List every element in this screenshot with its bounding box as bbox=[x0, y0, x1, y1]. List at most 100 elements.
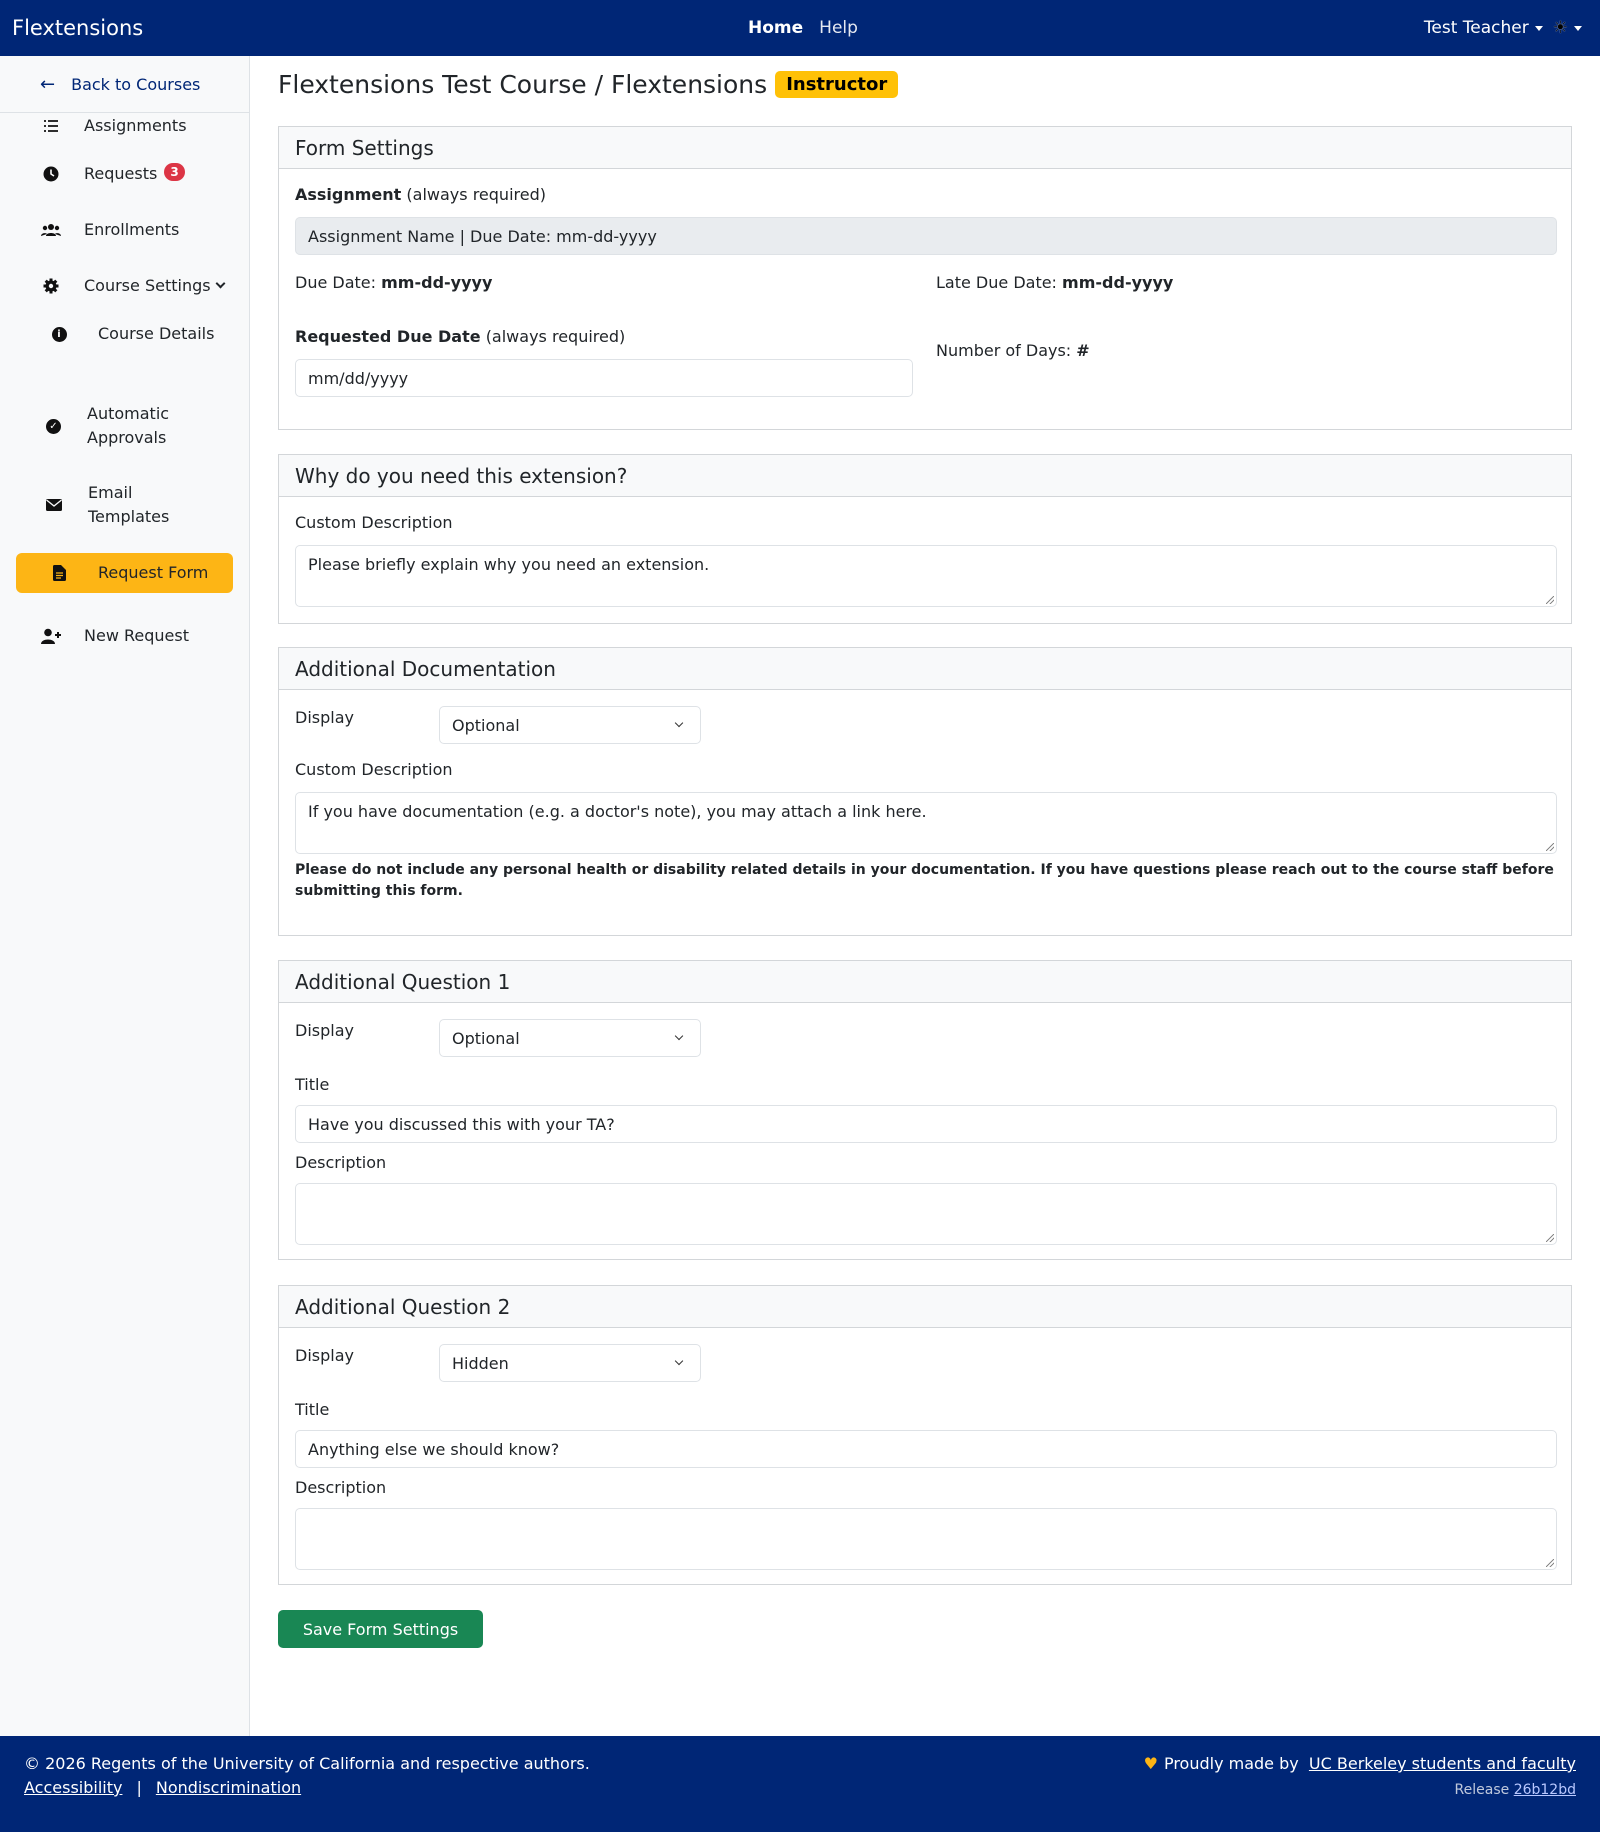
documentation-display-select[interactable]: Optional bbox=[439, 706, 701, 744]
custom-description-label: Custom Description bbox=[295, 513, 453, 532]
sidebar-item-new-request[interactable]: New Request bbox=[16, 618, 233, 654]
description-label: Description bbox=[295, 1478, 387, 1497]
list-icon bbox=[38, 119, 64, 133]
course-title: Flextensions Test Course / Flextensions bbox=[278, 70, 768, 99]
clock-icon bbox=[38, 166, 64, 182]
role-badge: Instructor bbox=[775, 71, 899, 98]
sidebar: ← Back to Courses Assignments Requests 3… bbox=[0, 56, 250, 1736]
question2-title-input[interactable]: Anything else we should know? bbox=[295, 1430, 1557, 1468]
nav-home-link[interactable]: Home bbox=[748, 18, 803, 38]
resize-handle-icon[interactable] bbox=[1546, 596, 1554, 604]
card-header: Additional Question 1 bbox=[279, 961, 1571, 1003]
theme-toggle[interactable]: ☀ bbox=[1553, 18, 1582, 38]
user-menu[interactable]: Test Teacher bbox=[1424, 18, 1543, 38]
sidebar-item-request-form[interactable]: Request Form bbox=[16, 553, 233, 593]
display-label: Display bbox=[295, 1021, 354, 1040]
question1-description-textarea[interactable] bbox=[295, 1183, 1557, 1245]
user-plus-icon bbox=[38, 628, 64, 644]
chevron-down-icon bbox=[674, 718, 684, 728]
documentation-description-textarea[interactable]: If you have documentation (e.g. a doctor… bbox=[295, 792, 1557, 854]
sidebar-item-label: Assignments bbox=[84, 116, 187, 135]
chevron-down-icon bbox=[1534, 25, 1543, 31]
footer: © 2026 Regents of the University of Cali… bbox=[0, 1736, 1600, 1832]
textarea-value: If you have documentation (e.g. a doctor… bbox=[308, 802, 927, 821]
additional-documentation-card: Additional Documentation Display Optiona… bbox=[278, 647, 1572, 936]
copyright-text: © 2026 Regents of the University of Cali… bbox=[24, 1754, 590, 1773]
sidebar-item-label: Enrollments bbox=[84, 220, 180, 239]
nav-links: Home Help bbox=[748, 18, 858, 38]
page-title: Flextensions Test Course / Flextensions … bbox=[278, 70, 899, 99]
sidebar-item-automatic-approvals[interactable]: ✓ Automatic Approvals bbox=[16, 400, 170, 452]
documentation-warning: Please do not include any personal healt… bbox=[295, 862, 1554, 899]
sidebar-item-enrollments[interactable]: Enrollments bbox=[16, 212, 233, 248]
display-label: Display bbox=[295, 1346, 354, 1365]
user-name: Test Teacher bbox=[1423, 18, 1529, 38]
late-due-date-text: Late Due Date: mm-dd-yyyy bbox=[936, 273, 1174, 292]
resize-handle-icon[interactable] bbox=[1546, 1559, 1554, 1567]
sidebar-item-assignments[interactable]: Assignments bbox=[16, 108, 233, 144]
arrow-left-icon: ← bbox=[40, 73, 56, 95]
sidebar-item-label: Automatic Approvals bbox=[87, 404, 170, 447]
textarea-value: Please briefly explain why you need an e… bbox=[308, 555, 710, 574]
sun-icon: ☀ bbox=[1552, 18, 1568, 38]
assignment-field[interactable]: Assignment Name | Due Date: mm-dd-yyyy bbox=[295, 217, 1557, 255]
requested-due-date-label: Requested Due Date (always required) bbox=[295, 327, 626, 346]
release-label: Release bbox=[1454, 1782, 1510, 1798]
envelope-icon bbox=[46, 499, 62, 511]
sidebar-item-label: Requests bbox=[84, 164, 158, 183]
additional-question-2-card: Additional Question 2 Display Hidden Tit… bbox=[278, 1285, 1572, 1585]
makers-link[interactable]: UC Berkeley students and faculty bbox=[1309, 1754, 1576, 1773]
nav-right: Test Teacher ☀ bbox=[1424, 18, 1582, 38]
why-extension-card: Why do you need this extension? Custom D… bbox=[278, 454, 1572, 624]
sidebar-item-email-templates[interactable]: Email Templates bbox=[16, 479, 170, 531]
nav-help-link[interactable]: Help bbox=[819, 18, 858, 38]
sidebar-item-requests[interactable]: Requests 3 bbox=[16, 156, 233, 192]
release-hash-link[interactable]: 26b12bd bbox=[1514, 1782, 1576, 1798]
display-label: Display bbox=[295, 708, 354, 727]
brand-logo[interactable]: Flextensions bbox=[12, 16, 143, 40]
nondiscrimination-link[interactable]: Nondiscrimination bbox=[156, 1778, 301, 1797]
gear-icon bbox=[38, 278, 64, 294]
requested-due-date-input[interactable]: mm/dd/yyyy bbox=[295, 359, 913, 397]
footer-links: Accessibility | Nondiscrimination bbox=[24, 1778, 301, 1797]
proudly-text: Proudly made by bbox=[1163, 1754, 1299, 1773]
heart-icon: ♥ bbox=[1143, 1754, 1158, 1773]
select-value: Hidden bbox=[452, 1353, 509, 1373]
question1-title-input[interactable]: Have you discussed this with your TA? bbox=[295, 1105, 1557, 1143]
select-value: Optional bbox=[452, 715, 520, 735]
title-label: Title bbox=[295, 1400, 330, 1419]
sidebar-item-label: Course Settings bbox=[84, 276, 211, 295]
number-of-days-text: Number of Days: # bbox=[936, 341, 1090, 360]
due-date-text: Due Date: mm-dd-yyyy bbox=[295, 273, 493, 292]
footer-separator: | bbox=[136, 1778, 142, 1797]
resize-handle-icon[interactable] bbox=[1546, 843, 1554, 851]
check-circle-icon: ✓ bbox=[46, 418, 61, 434]
made-by: ♥ Proudly made by UC Berkeley students an… bbox=[1144, 1754, 1576, 1773]
card-header: Additional Question 2 bbox=[279, 1286, 1571, 1328]
sidebar-item-course-details[interactable]: i Course Details bbox=[16, 316, 233, 352]
back-label: Back to Courses bbox=[71, 74, 201, 94]
sidebar-item-label: Email Templates bbox=[88, 483, 170, 526]
question2-description-textarea[interactable] bbox=[295, 1508, 1557, 1570]
additional-question-1-card: Additional Question 1 Display Optional T… bbox=[278, 960, 1572, 1260]
chevron-down-icon bbox=[215, 278, 226, 288]
save-form-settings-button[interactable]: Save Form Settings bbox=[278, 1610, 483, 1648]
title-label: Title bbox=[295, 1075, 330, 1094]
sidebar-item-course-settings[interactable]: Course Settings bbox=[16, 268, 233, 304]
question1-display-select[interactable]: Optional bbox=[439, 1019, 701, 1057]
resize-handle-icon[interactable] bbox=[1546, 1234, 1554, 1242]
form-settings-card: Form Settings Assignment (always require… bbox=[278, 126, 1572, 430]
select-value: Optional bbox=[452, 1028, 520, 1048]
question2-display-select[interactable]: Hidden bbox=[439, 1344, 701, 1382]
chevron-down-icon bbox=[674, 1356, 684, 1366]
release-info: Release 26b12bd bbox=[1455, 1782, 1576, 1798]
accessibility-link[interactable]: Accessibility bbox=[24, 1778, 122, 1797]
file-icon bbox=[46, 565, 72, 581]
requests-count-badge: 3 bbox=[164, 163, 185, 181]
back-to-courses-link[interactable]: ← Back to Courses bbox=[0, 56, 249, 113]
sidebar-item-label: New Request bbox=[84, 626, 189, 645]
why-description-textarea[interactable]: Please briefly explain why you need an e… bbox=[295, 545, 1557, 607]
info-icon: i bbox=[46, 326, 72, 342]
sidebar-item-label: Request Form bbox=[98, 563, 209, 582]
card-header: Why do you need this extension? bbox=[279, 455, 1571, 497]
